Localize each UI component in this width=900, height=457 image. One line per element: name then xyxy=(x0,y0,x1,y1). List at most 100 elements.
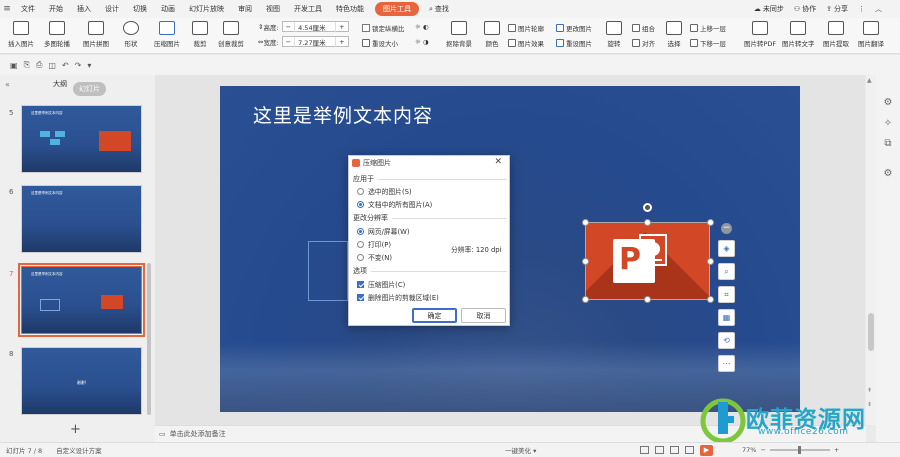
close-icon[interactable]: ✕ xyxy=(494,157,502,167)
resize-handle[interactable] xyxy=(582,296,589,303)
menu-file[interactable]: 文件 xyxy=(14,4,42,14)
insert-image-button[interactable]: 插入图片 xyxy=(8,21,34,48)
layers-icon[interactable]: ◈ xyxy=(718,240,735,257)
add-slide-button[interactable]: + xyxy=(70,422,81,437)
undo-icon[interactable]: ↶ xyxy=(62,61,69,70)
bring-forward-button[interactable]: 上移一层 xyxy=(690,23,726,33)
option-all-images[interactable]: 文档中的所有图片(A) xyxy=(357,199,432,209)
ok-button[interactable]: 确定 xyxy=(412,308,457,323)
notes-view-icon[interactable] xyxy=(640,446,649,454)
to-pdf-button[interactable]: 图片转PDF xyxy=(744,21,776,48)
menu-design[interactable]: 设计 xyxy=(98,4,126,14)
search-button[interactable]: ⌕ 查找 xyxy=(423,4,455,14)
resize-handle[interactable] xyxy=(707,296,714,303)
menu-transition[interactable]: 切换 xyxy=(126,4,154,14)
shape-button[interactable]: 形状 xyxy=(123,21,139,48)
option-no-change[interactable]: 不变(N) xyxy=(357,252,392,262)
checkbox-compress[interactable]: 压缩图片(C) xyxy=(357,279,405,289)
slide-thumbnail-7[interactable]: 这里是举例文本内容 xyxy=(18,263,145,337)
menu-icon[interactable]: ≡ xyxy=(0,4,14,14)
collab-button[interactable]: ⚇ 协作 xyxy=(794,4,816,14)
slide-thumbnail-5[interactable]: 这里是举例文本内容 xyxy=(21,105,142,173)
scroll-thumb[interactable] xyxy=(868,313,874,351)
replace-icon[interactable]: ⟲ xyxy=(718,332,735,349)
lock-ratio-checkbox[interactable]: 锁定纵横比 xyxy=(362,23,405,33)
beautify-button[interactable]: 一键美化 ▾ xyxy=(505,445,536,455)
cancel-button[interactable]: 取消 xyxy=(461,308,506,323)
translate-button[interactable]: 图片翻译 xyxy=(858,21,884,48)
multi-crop-button[interactable]: 多图轮播 xyxy=(44,21,70,48)
crop-icon[interactable]: ⌗ xyxy=(718,286,735,303)
outline-button[interactable]: 图片轮廓 xyxy=(508,23,544,33)
align-button[interactable]: 对齐 xyxy=(632,38,655,48)
style-icon[interactable]: ✧ xyxy=(882,118,894,130)
collapse-panel-icon[interactable]: « xyxy=(5,80,10,89)
option-selected-images[interactable]: 选中的图片(S) xyxy=(357,186,412,196)
more-icon[interactable]: ⋮ xyxy=(858,5,865,13)
copy-icon[interactable]: ⧉ xyxy=(882,138,894,150)
resize-handle[interactable] xyxy=(707,258,714,265)
properties-icon[interactable]: ⚙ xyxy=(882,97,894,109)
resize-handle[interactable] xyxy=(644,219,651,226)
height-increment[interactable]: + xyxy=(336,23,347,31)
width-increment[interactable]: + xyxy=(336,38,347,46)
select-button[interactable]: 选择 xyxy=(666,21,682,48)
ocr-icon[interactable]: ▦ xyxy=(718,309,735,326)
creative-crop-button[interactable]: 创意裁剪 xyxy=(218,21,244,48)
settings-icon[interactable]: ⚙ xyxy=(882,168,894,180)
sorter-view-icon[interactable] xyxy=(670,446,679,454)
collapse-tools-icon[interactable]: − xyxy=(721,223,732,234)
contrast-down-icon[interactable]: ◑ xyxy=(423,38,429,46)
height-decrement[interactable]: − xyxy=(283,23,294,31)
resize-handle[interactable] xyxy=(644,296,651,303)
contrast-up-icon[interactable]: ◐ xyxy=(423,23,429,31)
print-icon[interactable]: ⎙ xyxy=(36,60,42,70)
normal-view-icon[interactable] xyxy=(655,446,664,454)
slide-thumbnail-6[interactable]: 这里是举例文本内容 xyxy=(21,185,142,253)
extract-button[interactable]: 图片提取 xyxy=(823,21,849,48)
reading-view-icon[interactable] xyxy=(685,446,694,454)
image-collage-button[interactable]: 图片拼图 xyxy=(83,21,109,48)
menu-insert[interactable]: 插入 xyxy=(70,4,98,14)
resize-handle[interactable] xyxy=(582,258,589,265)
zoom-icon[interactable]: ⌕ xyxy=(718,263,735,280)
resize-handle[interactable] xyxy=(582,219,589,226)
compress-button[interactable]: 压缩图片 xyxy=(154,21,180,48)
design-scheme[interactable]: 自定义设计方案 xyxy=(56,445,102,455)
menu-special[interactable]: 特色功能 xyxy=(329,4,371,14)
effect-button[interactable]: 图片效果 xyxy=(508,38,544,48)
dropdown-icon[interactable]: ▾ xyxy=(87,61,91,70)
panel-scrollbar[interactable] xyxy=(147,263,151,415)
scroll-up-page-icon[interactable]: ⇞ xyxy=(867,387,872,394)
canvas-scrollbar[interactable]: ▲ ⇞ ⇟ xyxy=(866,75,876,425)
export-icon[interactable]: ⎘ xyxy=(24,60,30,70)
option-print[interactable]: 打印(P) xyxy=(357,239,391,249)
to-text-button[interactable]: 图片转文字 xyxy=(782,21,815,48)
tab-slides[interactable]: 幻灯片 xyxy=(73,82,106,96)
placeholder-box[interactable] xyxy=(308,241,348,301)
width-input[interactable]: −7.27厘米 + xyxy=(281,36,349,47)
height-input[interactable]: −4.54厘米 + xyxy=(281,21,349,32)
brightness-up-icon[interactable]: ☼ xyxy=(415,23,421,31)
checkbox-delete-crop[interactable]: 删除图片的剪裁区域(E) xyxy=(357,292,439,302)
menu-developer[interactable]: 开发工具 xyxy=(287,4,329,14)
slide-title[interactable]: 这里是举例文本内容 xyxy=(253,101,433,128)
menu-animation[interactable]: 动画 xyxy=(154,4,182,14)
change-image-button[interactable]: 更改图片 xyxy=(556,23,592,33)
option-web[interactable]: 网页/屏幕(W) xyxy=(357,226,410,236)
notes-placeholder[interactable]: 单击此处添加备注 xyxy=(170,429,226,439)
preview-icon[interactable]: ◫ xyxy=(48,61,56,70)
width-decrement[interactable]: − xyxy=(283,38,294,46)
tab-outline[interactable]: 大纲 xyxy=(53,79,67,89)
brightness-down-icon[interactable]: ☼ xyxy=(415,38,421,46)
remove-bg-button[interactable]: 抠除背景 xyxy=(446,21,472,48)
menu-view[interactable]: 视图 xyxy=(259,4,287,14)
color-button[interactable]: 颜色 xyxy=(484,21,500,48)
redo-icon[interactable]: ↷ xyxy=(75,61,82,70)
reset-size-button[interactable]: 重设大小 xyxy=(362,38,398,48)
sync-button[interactable]: ☁ 未同步 xyxy=(754,4,784,14)
crop-button[interactable]: 裁剪 xyxy=(192,21,208,48)
more-icon[interactable]: ⋯ xyxy=(718,355,735,372)
save-icon[interactable]: ▣ xyxy=(10,61,18,70)
collapse-ribbon-icon[interactable]: ︿ xyxy=(875,4,882,14)
